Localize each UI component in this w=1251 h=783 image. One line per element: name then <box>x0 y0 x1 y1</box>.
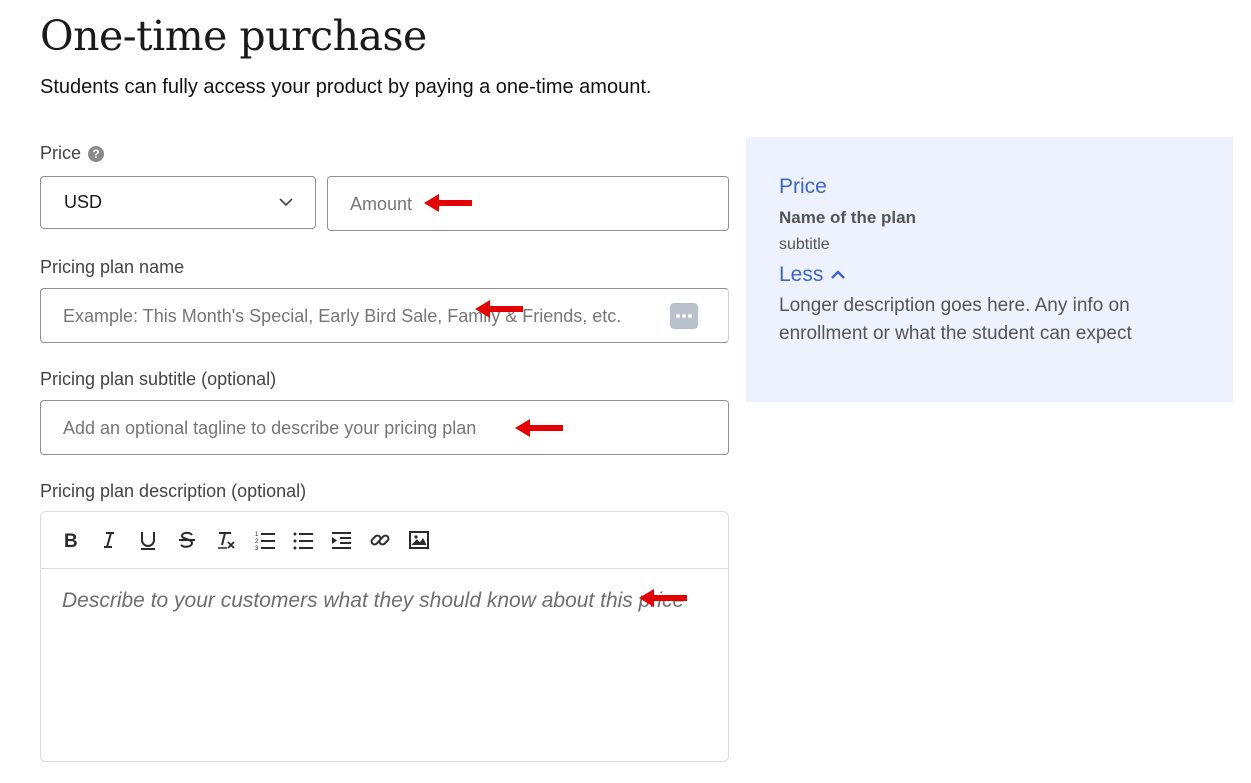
pricing-preview-card: Price Name of the plan subtitle Less Lon… <box>746 137 1233 402</box>
plan-name-placeholder: Example: This Month's Special, Early Bir… <box>63 306 622 326</box>
page-title: One-time purchase <box>40 12 427 60</box>
chevron-down-icon <box>279 198 293 207</box>
currency-value: USD <box>64 192 103 212</box>
preview-plan-name: Name of the plan <box>779 208 916 227</box>
page: One-time purchase Students can fully acc… <box>0 0 1251 783</box>
plan-description-label: Pricing plan description (optional) <box>40 481 307 501</box>
link-icon[interactable] <box>368 528 392 552</box>
preview-less-label: Less <box>779 263 824 286</box>
plan-subtitle-placeholder: Add an optional tagline to describe your… <box>63 418 477 438</box>
annotation-arrow <box>639 589 687 607</box>
svg-text:3: 3 <box>255 546 259 551</box>
plan-name-input[interactable]: Example: This Month's Special, Early Bir… <box>40 288 729 343</box>
preview-price: Price <box>779 175 827 198</box>
description-placeholder: Describe to your customers what they sho… <box>62 589 685 612</box>
editor-toolbar: B 123 <box>41 512 728 569</box>
annotation-arrow <box>475 300 523 318</box>
bold-icon[interactable]: B <box>59 528 83 552</box>
page-subtitle: Students can fully access your product b… <box>40 76 652 98</box>
indent-icon[interactable] <box>329 528 353 552</box>
preview-less-toggle[interactable]: Less <box>779 263 846 287</box>
svg-text:B: B <box>64 531 78 551</box>
plan-subtitle-input[interactable]: Add an optional tagline to describe your… <box>40 400 729 455</box>
amount-input[interactable]: Amount <box>327 176 729 231</box>
more-options-icon[interactable] <box>670 303 698 329</box>
strikethrough-icon[interactable] <box>175 528 199 552</box>
bullet-list-icon[interactable] <box>291 528 315 552</box>
plan-name-label: Pricing plan name <box>40 257 185 277</box>
price-label: Price? <box>40 143 105 164</box>
underline-icon[interactable] <box>136 528 160 552</box>
description-editor[interactable]: B 123 Describe to your customers what th… <box>40 511 729 762</box>
preview-subtitle: subtitle <box>779 236 830 253</box>
preview-description: Longer description goes here. Any info o… <box>779 295 1132 344</box>
price-label-text: Price <box>40 143 82 163</box>
annotation-arrow <box>424 194 472 212</box>
help-icon[interactable]: ? <box>88 146 105 162</box>
amount-placeholder: Amount <box>350 194 413 214</box>
svg-text:2: 2 <box>255 539 259 545</box>
image-icon[interactable] <box>407 528 431 552</box>
plan-subtitle-label: Pricing plan subtitle (optional) <box>40 369 277 389</box>
ordered-list-icon[interactable]: 123 <box>253 528 277 552</box>
chevron-up-icon <box>831 270 846 279</box>
clear-format-icon[interactable] <box>214 528 238 552</box>
currency-select[interactable]: USD <box>40 176 316 229</box>
annotation-arrow <box>515 419 563 437</box>
italic-icon[interactable] <box>97 528 121 552</box>
svg-text:1: 1 <box>255 532 259 538</box>
